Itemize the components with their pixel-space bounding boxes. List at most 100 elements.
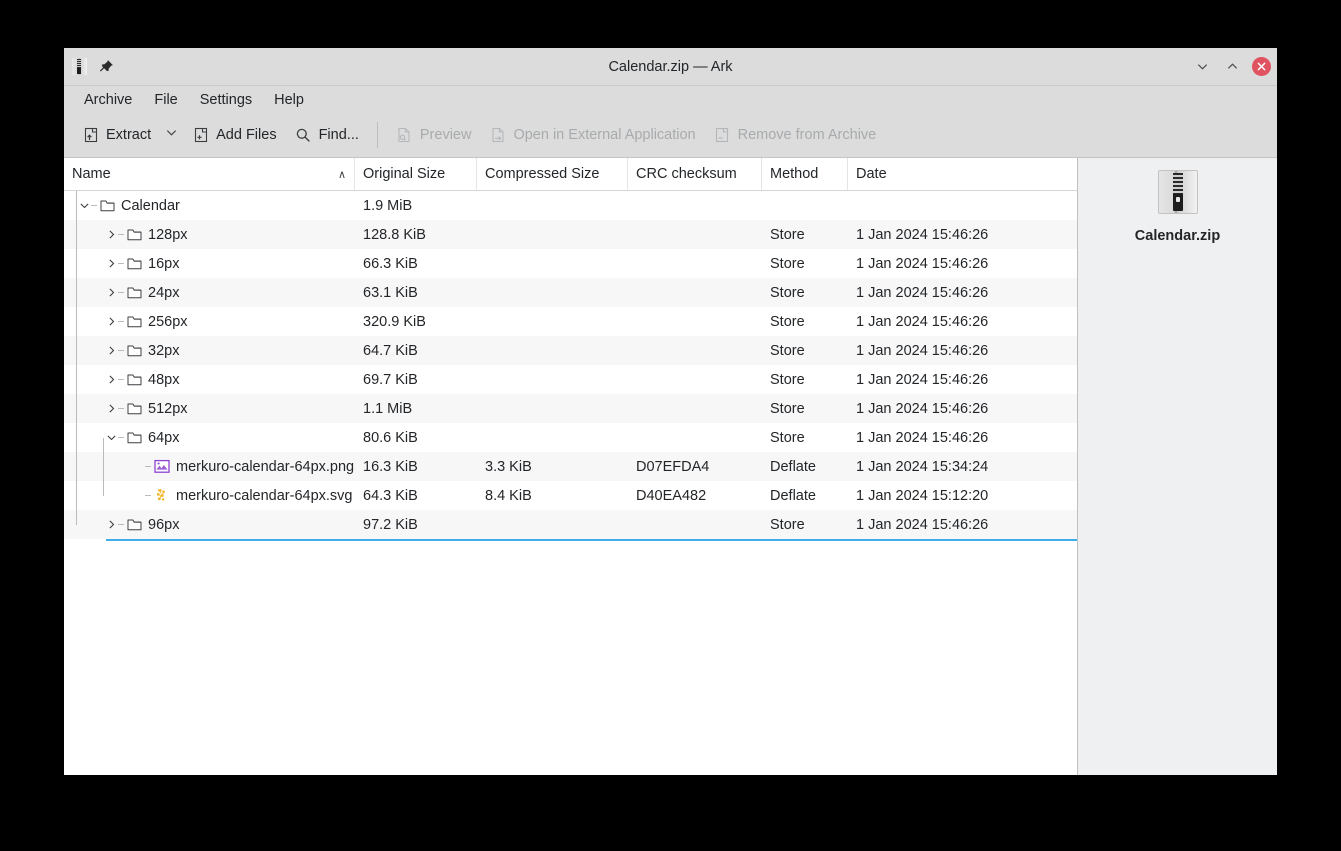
cell-date: 1 Jan 2024 15:46:26: [856, 400, 989, 417]
cell-date: 1 Jan 2024 15:46:26: [856, 313, 989, 330]
file-name-label: merkuro-calendar-64px.svg: [176, 487, 353, 504]
zip-archive-icon: [72, 58, 87, 75]
menu-archive[interactable]: Archive: [74, 89, 142, 111]
table-header: Name ∧ Original Size Compressed Size CRC…: [64, 158, 1077, 191]
expand-toggle[interactable]: [105, 374, 118, 385]
table-row[interactable]: 24px 63.1 KiB Store 1 Jan 2024 15:46:26: [64, 278, 1077, 307]
table-row[interactable]: 256px 320.9 KiB Store 1 Jan 2024 15:46:26: [64, 307, 1077, 336]
expand-toggle[interactable]: [105, 519, 118, 530]
collapse-toggle[interactable]: [105, 432, 118, 443]
cell-date: 1 Jan 2024 15:46:26: [856, 284, 989, 301]
expand-toggle[interactable]: [105, 316, 118, 327]
cell-crc: [628, 191, 762, 220]
cell-date: 1 Jan 2024 15:46:26: [856, 516, 989, 533]
tree-connector: [118, 408, 124, 409]
cell-compressed-size: [477, 278, 628, 307]
cell-compressed-size: [477, 510, 628, 539]
expand-toggle[interactable]: [105, 287, 118, 298]
cell-method: Store: [770, 313, 805, 330]
menu-file[interactable]: File: [144, 89, 187, 111]
cell-name: merkuro-calendar-64px.svg: [64, 481, 355, 510]
archive-name-label: Calendar.zip: [1134, 228, 1221, 244]
file-name-label: 96px: [148, 516, 180, 533]
open-external-button[interactable]: Open in External Application: [481, 122, 703, 149]
folder-icon: [127, 344, 142, 357]
maximize-button[interactable]: [1222, 57, 1242, 77]
expand-toggle[interactable]: [105, 345, 118, 356]
table-row[interactable]: 128px 128.8 KiB Store 1 Jan 2024 15:46:26: [64, 220, 1077, 249]
cell-original-size: 320.9 KiB: [363, 313, 426, 330]
expand-toggle[interactable]: [105, 403, 118, 414]
table-row[interactable]: merkuro-calendar-64px.png 16.3 KiB 3.3 KiB…: [64, 452, 1077, 481]
cell-crc: [628, 278, 762, 307]
info-sidebar: Calendar.zip: [1078, 158, 1277, 775]
cell-compressed-size: [477, 307, 628, 336]
folder-icon: [127, 286, 142, 299]
open-external-icon: [489, 127, 506, 144]
zip-archive-icon: [1157, 170, 1198, 214]
column-header-date[interactable]: Date: [848, 158, 1077, 190]
folder-icon: [127, 315, 142, 328]
open-external-label: Open in External Application: [513, 127, 696, 143]
column-header-original-size[interactable]: Original Size: [355, 158, 477, 190]
tree-connector: [118, 524, 124, 525]
remove-from-archive-button[interactable]: Remove from Archive: [706, 122, 885, 149]
tree-connector: [91, 205, 97, 206]
table-row[interactable]: 64px 80.6 KiB Store 1 Jan 2024 15:46:26: [64, 423, 1077, 452]
cell-method: Store: [770, 226, 805, 243]
ark-window: Calendar.zip — Ark Archive File Settings…: [64, 48, 1277, 775]
svg-file-icon: [154, 488, 170, 503]
table-row[interactable]: 16px 66.3 KiB Store 1 Jan 2024 15:46:26: [64, 249, 1077, 278]
table-row[interactable]: 512px 1.1 MiB Store 1 Jan 2024 15:46:26: [64, 394, 1077, 423]
expand-toggle[interactable]: [105, 229, 118, 240]
file-name-label: 512px: [148, 400, 188, 417]
png-file-icon: [154, 459, 170, 474]
cell-original-size: 64.3 KiB: [363, 487, 418, 504]
preview-button[interactable]: Preview: [388, 122, 480, 149]
column-header-compressed-size[interactable]: Compressed Size: [477, 158, 628, 190]
extract-button[interactable]: Extract: [74, 122, 159, 149]
expand-toggle[interactable]: [105, 258, 118, 269]
column-header-name[interactable]: Name ∧: [64, 158, 355, 190]
close-button[interactable]: [1252, 57, 1271, 76]
cell-method: Store: [770, 255, 805, 272]
tree-connector: [145, 495, 151, 496]
chevron-down-icon: [165, 126, 178, 144]
cell-date: 1 Jan 2024 15:12:20: [856, 487, 989, 504]
cell-compressed-size: [477, 220, 628, 249]
menu-help[interactable]: Help: [264, 89, 314, 111]
cell-name: 48px: [64, 365, 355, 394]
cell-original-size: 1.1 MiB: [363, 400, 413, 417]
cell-name: 64px: [64, 423, 355, 452]
cell-crc: [628, 220, 762, 249]
column-header-crc[interactable]: CRC checksum: [628, 158, 762, 190]
menu-settings[interactable]: Settings: [190, 89, 262, 111]
table-row[interactable]: Calendar 1.9 MiB: [64, 191, 1077, 220]
folder-icon: [127, 402, 142, 415]
extract-icon: [82, 127, 99, 144]
cell-crc: D07EFDA4: [636, 458, 710, 475]
cell-compressed-size: [477, 365, 628, 394]
table-row[interactable]: 48px 69.7 KiB Store 1 Jan 2024 15:46:26: [64, 365, 1077, 394]
cell-method: Deflate: [770, 458, 816, 475]
toolbar-separator: [376, 122, 378, 148]
column-header-method[interactable]: Method: [762, 158, 848, 190]
cell-method: Store: [770, 429, 805, 446]
table-row[interactable]: 96px 97.2 KiB Store 1 Jan 2024 15:46:26: [64, 510, 1077, 539]
pin-icon[interactable]: [99, 59, 114, 74]
find-button[interactable]: Find...: [287, 122, 367, 149]
cell-compressed-size: [477, 394, 628, 423]
cell-original-size: 64.7 KiB: [363, 342, 418, 359]
extract-dropdown-button[interactable]: [161, 121, 182, 149]
cell-crc: D40EA482: [636, 487, 707, 504]
collapse-toggle[interactable]: [78, 200, 91, 211]
cell-date: 1 Jan 2024 15:46:26: [856, 226, 989, 243]
cell-compressed-size: [477, 191, 628, 220]
table-row[interactable]: 32px 64.7 KiB Store 1 Jan 2024 15:46:26: [64, 336, 1077, 365]
add-files-button[interactable]: Add Files: [184, 122, 284, 149]
cell-compressed-size: [477, 423, 628, 452]
cell-method: Store: [770, 516, 805, 533]
minimize-button[interactable]: [1192, 57, 1212, 77]
table-row[interactable]: merkuro-calendar-64px.svg 64.3 KiB 8.4 KiB…: [64, 481, 1077, 510]
window-controls: [1192, 57, 1271, 77]
